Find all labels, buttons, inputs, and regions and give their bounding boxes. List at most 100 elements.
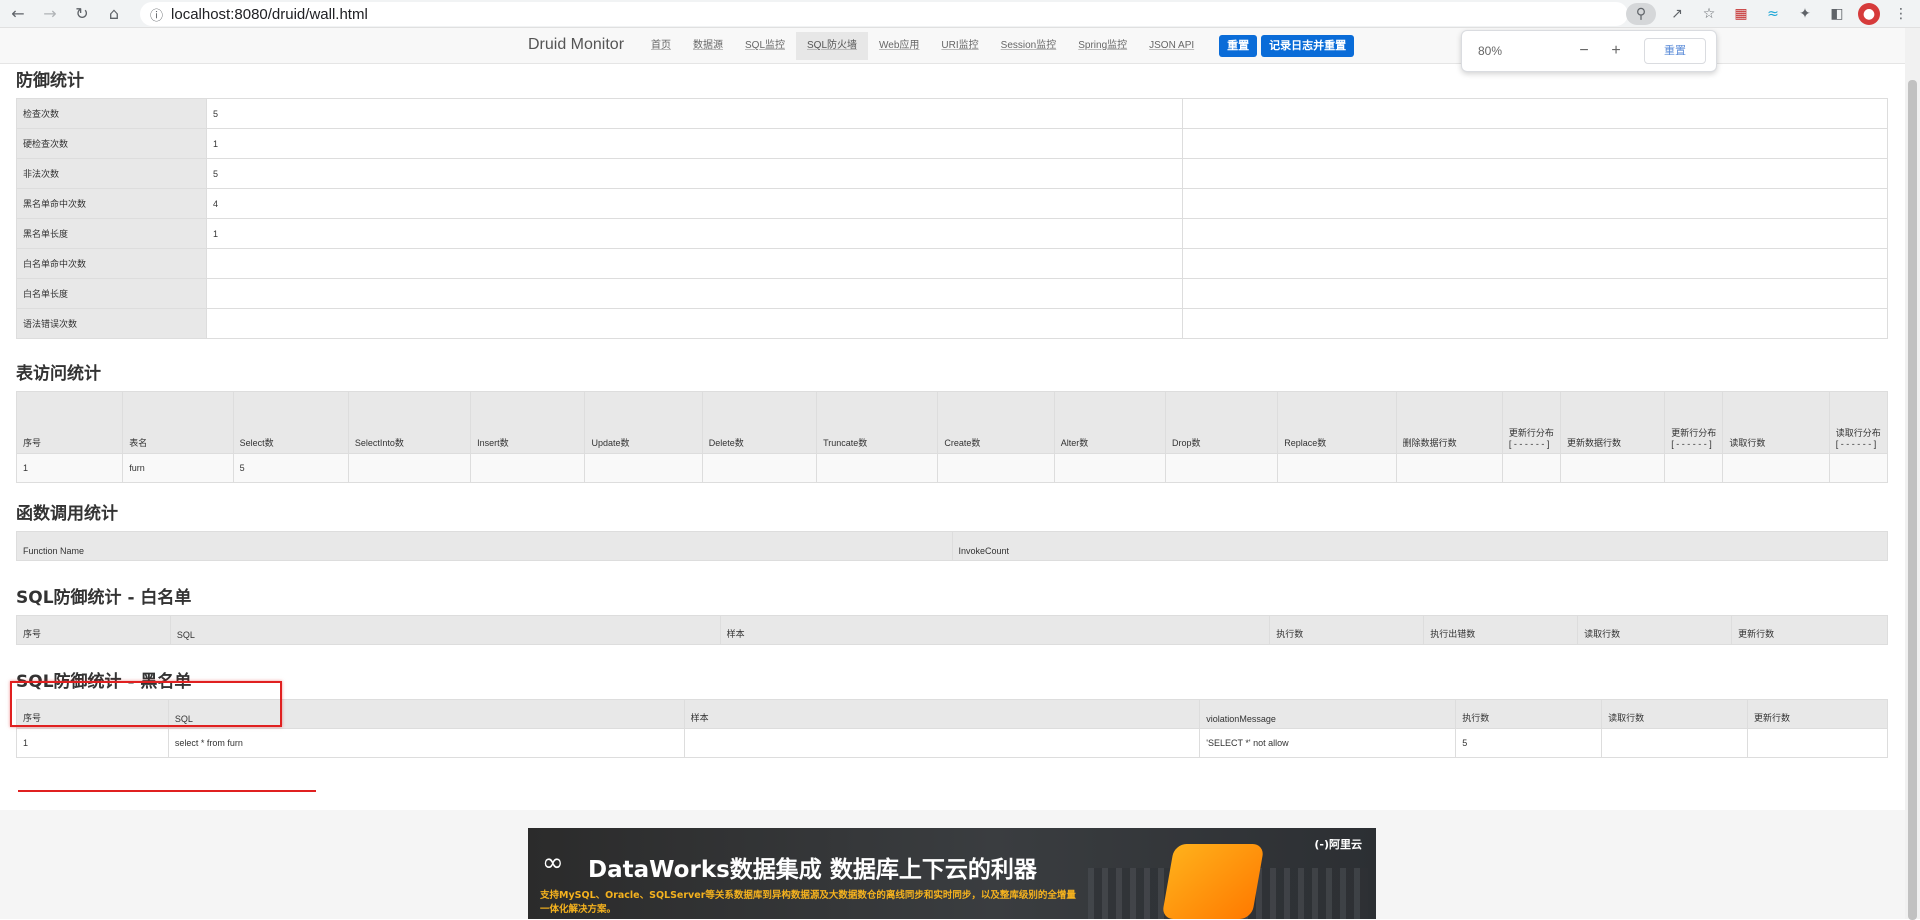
blacklist-header[interactable]: 读取行数 [1601,699,1749,729]
nav-item-json-api[interactable]: JSON API [1138,32,1205,60]
defense-title: 防御统计 [16,71,84,91]
address-bar[interactable]: ⓘ localhost:8080/druid/wall.html [140,2,1628,26]
defense-row: 语法错误次数 [16,308,1888,339]
defense-row-empty-cell [1182,218,1888,249]
ad-banner[interactable]: ∞ DataWorks数据集成 数据库上下云的利器 支持MySQL、Oracle… [528,828,1376,919]
defense-row-label: 检查次数 [16,98,207,129]
function-header[interactable]: Function Name [16,531,953,561]
table-access-header[interactable]: 表名 [122,391,234,454]
function-title: 函数调用统计 [16,504,118,524]
function-table: Function Name InvokeCount [16,531,1888,561]
vertical-scrollbar[interactable] [1905,28,1920,920]
table-access-header[interactable]: Update数 [584,391,703,454]
back-icon[interactable]: ← [4,0,32,28]
reload-icon[interactable]: ↻ [68,0,96,28]
nav-item-datasource[interactable]: 数据源 [682,32,734,60]
sidebar-icon[interactable]: ◧ [1826,3,1848,25]
log-and-reset-button[interactable]: 记录日志并重置 [1261,35,1355,57]
reset-button[interactable]: 重置 [1219,35,1258,57]
home-icon[interactable]: ⌂ [100,0,128,28]
nav-item-sql[interactable]: SQL监控 [734,32,796,60]
defense-row-value: 1 [206,218,1183,249]
blacklist-header[interactable]: 执行数 [1455,699,1603,729]
table-cell [1828,453,1889,483]
blacklist-header[interactable]: violationMessage [1199,699,1457,729]
nav-item-webapp[interactable]: Web应用 [868,32,930,60]
blacklist-header[interactable]: 更新行数 [1747,699,1888,729]
blacklist-row-underline [18,790,316,792]
table-access-header[interactable]: Create数 [937,391,1055,454]
zoom-reset-button[interactable]: 重置 [1644,38,1706,64]
defense-row: 白名单命中次数 [16,248,1888,279]
whitelist-header[interactable]: 样本 [719,615,1271,645]
blacklist-title: SQL防御统计 - 黑名单 [16,672,192,692]
table-access-header[interactable]: 读取行数 [1722,391,1830,454]
nav-item-spring[interactable]: Spring监控 [1067,32,1138,60]
table-access-header[interactable]: Select数 [232,391,349,454]
table-cell [1722,453,1830,483]
defense-row: 黑名单命中次数 4 [16,188,1888,219]
table-access-header[interactable]: SelectInto数 [347,391,472,454]
table-access-header[interactable]: Drop数 [1164,391,1279,454]
table-access-title: 表访问统计 [16,364,101,384]
whitelist-header[interactable]: SQL [169,615,721,645]
defense-row-empty-cell [1182,188,1888,219]
whitelist-header[interactable]: 更新行数 [1731,615,1888,645]
blacklist-header[interactable]: 样本 [683,699,1201,729]
avatar[interactable]: ● [1858,3,1880,25]
table-cell: 5 [1455,728,1603,758]
toolbar-right: ⚲ ↗ ☆ ▦ ≈ ✦ ◧ ● ⋮ [1626,0,1912,28]
blacklist-table: 序号 SQL 样本 violationMessage 执行数 读取行数 更新行数 1 sele… [16,699,1888,758]
table-access-header[interactable]: Truncate数 [816,391,939,454]
wifi-icon[interactable]: ≈ [1762,3,1784,25]
table-access-header[interactable]: 删除数据行数 [1395,391,1503,454]
defense-row-empty-cell [1182,98,1888,129]
forward-icon[interactable]: → [36,0,64,28]
aliyun-brand: (-)阿里云 [1314,838,1362,851]
zoom-out-button[interactable]: − [1568,42,1600,60]
zoom-icon[interactable]: ⚲ [1626,3,1656,25]
table-access-header[interactable]: 更新行分布 [ - - - - - - ] [1501,391,1562,454]
table-access-header[interactable]: Insert数 [470,391,586,454]
table-access-header[interactable]: 读取行分布 [ - - - - - - ] [1828,391,1889,454]
table-cell: select * from furn [167,728,685,758]
banner-subtitle: 支持MySQL、Oracle、SQLServer等关系数据库到异构数据源及大数据… [540,890,1076,915]
nav-item-session[interactable]: Session监控 [990,32,1068,60]
nav-item-uri[interactable]: URI监控 [930,32,989,60]
table-cell [584,453,703,483]
defense-row-value: 5 [206,98,1183,129]
menu-dots-icon[interactable]: ⋮ [1890,3,1912,25]
table-cell: 5 [232,453,349,483]
table-access-header[interactable]: 更新行分布 [ - - - - - - ] [1664,391,1724,454]
nav-item-home[interactable]: 首页 [640,32,682,60]
zoom-in-button[interactable]: + [1600,42,1632,60]
whitelist-header[interactable]: 执行数 [1269,615,1425,645]
brand-title[interactable]: Druid Monitor [528,36,624,54]
defense-row-label: 非法次数 [16,158,207,189]
table-access-header[interactable]: 更新数据行数 [1560,391,1666,454]
share-icon[interactable]: ↗ [1666,3,1688,25]
table-cell [701,453,818,483]
defense-row-label: 黑名单长度 [16,218,207,249]
function-header[interactable]: InvokeCount [951,531,1888,561]
bookmark-star-icon[interactable]: ☆ [1698,3,1720,25]
defense-row-value [206,308,1183,339]
extension-badge-icon[interactable]: ▦ [1730,3,1752,25]
defense-row: 白名单长度 [16,278,1888,309]
whitelist-header[interactable]: 读取行数 [1577,615,1733,645]
site-info-icon[interactable]: ⓘ [150,5,163,24]
table-access-header[interactable]: Delete数 [701,391,818,454]
scrollbar-thumb[interactable] [1908,80,1917,920]
table-access-header[interactable]: 序号 [15,391,124,454]
main-content: 防御统计 检查次数 5 硬检查次数 1 非法次数 5 黑名单命中次数 4 黑名单长度 1 白名单命中… [15,64,1889,758]
table-cell [683,728,1201,758]
nav-item-wall[interactable]: SQL防火墙 [796,32,869,60]
table-cell [1601,728,1749,758]
table-cell [1053,453,1166,483]
whitelist-header[interactable]: 序号 [16,615,171,645]
whitelist-header[interactable]: 执行出错数 [1423,615,1579,645]
table-access-header[interactable]: Alter数 [1053,391,1166,454]
defense-row-label: 白名单长度 [16,278,207,309]
puzzle-icon[interactable]: ✦ [1794,3,1816,25]
table-access-header[interactable]: Replace数 [1277,391,1397,454]
